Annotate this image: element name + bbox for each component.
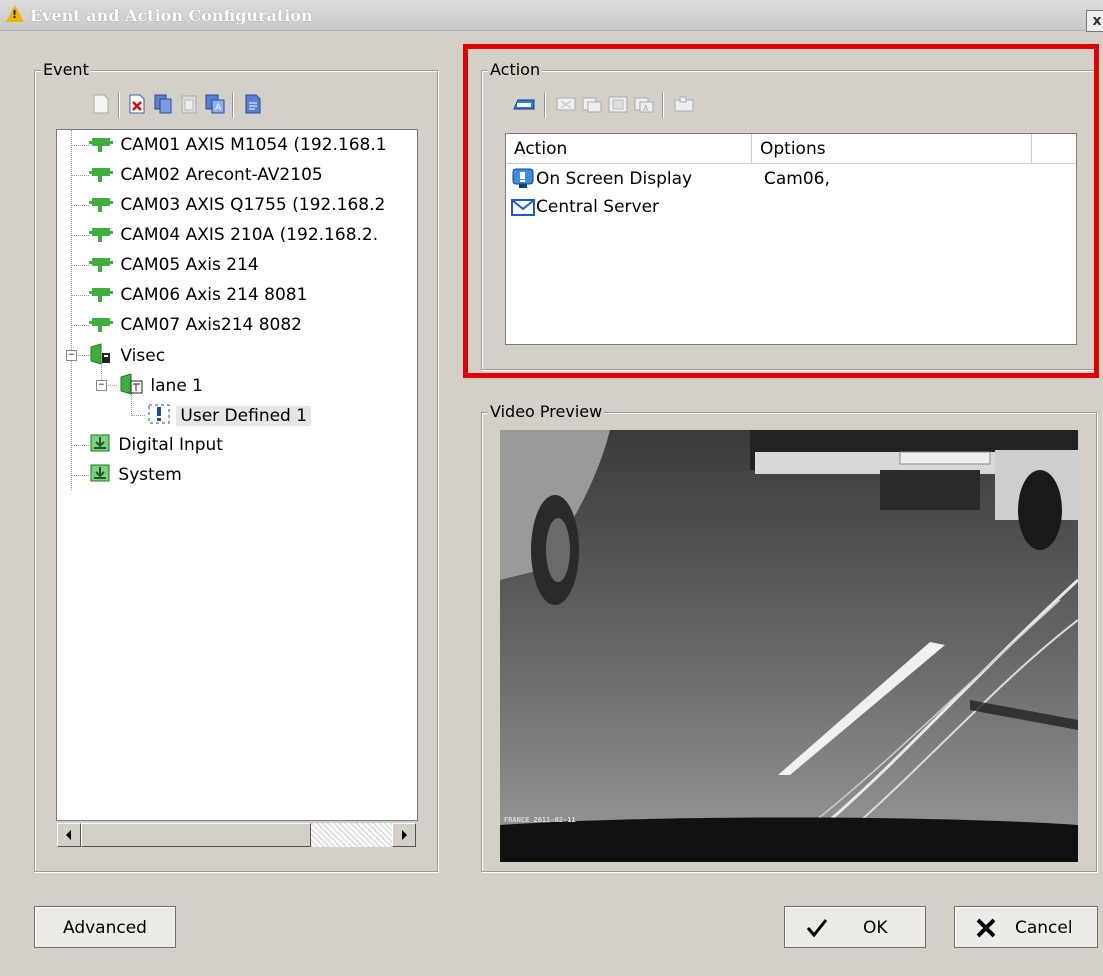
edit-action-icon[interactable]: A bbox=[632, 93, 654, 115]
tree-item-cam06[interactable]: CAM06 Axis 214 8081 bbox=[89, 283, 307, 307]
scroll-right-button[interactable] bbox=[392, 823, 416, 847]
column-header-spare[interactable] bbox=[1032, 134, 1076, 164]
tree-item-label: CAM01 AXIS M1054 (192.168.1 bbox=[120, 135, 387, 155]
ok-label: OK bbox=[863, 918, 888, 938]
system-icon bbox=[90, 464, 110, 482]
checkmark-icon bbox=[806, 919, 828, 938]
visec-icon bbox=[90, 343, 110, 365]
properties-icon[interactable] bbox=[242, 93, 264, 115]
x-icon bbox=[976, 918, 996, 938]
tree-item-visec[interactable]: Visec bbox=[89, 343, 165, 367]
action-options: Cam06, bbox=[764, 169, 830, 189]
action-name: On Screen Display bbox=[536, 169, 693, 189]
cancel-label: Cancel bbox=[1015, 918, 1073, 938]
tree-item-label: CAM06 Axis 214 8081 bbox=[120, 285, 308, 305]
digital-input-icon bbox=[90, 434, 110, 452]
lane-icon bbox=[120, 373, 143, 395]
tree-horizontal-scrollbar[interactable] bbox=[57, 822, 416, 847]
svg-text:A: A bbox=[215, 103, 222, 113]
tree-item-cam01[interactable]: CAM01 AXIS M1054 (192.168.1 bbox=[89, 133, 387, 157]
scroll-thumb[interactable] bbox=[81, 823, 311, 847]
properties-action-icon[interactable] bbox=[672, 93, 694, 115]
tree-item-system[interactable]: System bbox=[89, 463, 182, 487]
tree-item-label: CAM07 Axis214 8082 bbox=[120, 315, 302, 335]
delete-action-icon[interactable] bbox=[554, 93, 576, 115]
tree-item-cam07[interactable]: CAM07 Axis214 8082 bbox=[89, 313, 302, 337]
collapse-lane-toggle[interactable]: − bbox=[96, 380, 107, 391]
tree-item-cam02[interactable]: CAM02 Arecont-AV2105 bbox=[89, 163, 323, 187]
tree-item-user-defined-1[interactable]: User Defined 1 bbox=[147, 403, 312, 427]
column-header-options[interactable]: Options bbox=[752, 134, 1032, 164]
tree-item-cam04[interactable]: CAM04 AXIS 210A (192.168.2. bbox=[89, 223, 378, 247]
action-list[interactable]: Action Options On Screen Display Cam06, … bbox=[505, 133, 1077, 345]
tree-item-cam05[interactable]: CAM05 Axis 214 bbox=[89, 253, 259, 277]
svg-text:A: A bbox=[643, 104, 649, 113]
cancel-button[interactable]: Cancel bbox=[954, 906, 1098, 948]
paste-action-icon[interactable] bbox=[606, 93, 628, 115]
list-item-central-server[interactable]: Central Server bbox=[510, 195, 1070, 219]
camera-icon bbox=[89, 198, 113, 212]
tree-item-label: CAM04 AXIS 210A (192.168.2. bbox=[120, 225, 379, 245]
scroll-track[interactable] bbox=[311, 823, 392, 847]
copy-action-icon[interactable] bbox=[580, 93, 602, 115]
tree-item-label: Digital Input bbox=[118, 435, 223, 455]
video-preview-legend: Video Preview bbox=[488, 402, 605, 421]
video-preview: FRANCE 2011-02-11 bbox=[500, 430, 1078, 862]
tree-item-label: CAM02 Arecont-AV2105 bbox=[120, 165, 323, 185]
action-name: Central Server bbox=[536, 197, 660, 217]
camera-icon bbox=[89, 288, 113, 302]
tree-item-digital-input[interactable]: Digital Input bbox=[89, 433, 223, 457]
tree-item-lane-1[interactable]: lane 1 bbox=[119, 373, 203, 397]
warning-icon: ! bbox=[6, 5, 24, 22]
camera-icon bbox=[89, 138, 113, 152]
camera-icon bbox=[89, 228, 113, 242]
tree-item-label: Visec bbox=[120, 346, 166, 366]
add-action-icon[interactable] bbox=[512, 93, 535, 115]
event-legend: Event bbox=[41, 60, 91, 79]
collapse-visec-toggle[interactable]: − bbox=[66, 350, 77, 361]
monitor-icon bbox=[512, 168, 534, 188]
title-bar: ! Event and Action Configuration x bbox=[0, 0, 1103, 32]
tree-item-cam03[interactable]: CAM03 AXIS Q1755 (192.168.2 bbox=[89, 193, 385, 217]
tree-item-label: lane 1 bbox=[150, 376, 203, 396]
tree-item-label: System bbox=[118, 465, 182, 485]
list-item-on-screen-display[interactable]: On Screen Display Cam06, bbox=[510, 167, 1070, 191]
camera-icon bbox=[89, 258, 113, 272]
copy-icon[interactable] bbox=[152, 93, 174, 115]
column-header-action[interactable]: Action bbox=[506, 134, 752, 164]
user-event-icon bbox=[148, 404, 170, 424]
camera-icon bbox=[89, 318, 113, 332]
event-tree[interactable]: − − CAM01 AXIS M1054 (192.168.1 CAM02 Ar… bbox=[56, 129, 418, 821]
mail-icon bbox=[511, 199, 535, 216]
camera-frame bbox=[500, 430, 1078, 862]
close-button[interactable]: x bbox=[1086, 10, 1103, 32]
tree-item-label: CAM03 AXIS Q1755 (192.168.2 bbox=[120, 195, 386, 215]
video-timestamp: FRANCE 2011-02-11 bbox=[504, 816, 576, 824]
window-title: Event and Action Configuration bbox=[30, 6, 313, 25]
camera-icon bbox=[89, 168, 113, 182]
action-toolbar: A bbox=[512, 88, 752, 120]
paste-icon[interactable] bbox=[178, 93, 200, 115]
action-legend: Action bbox=[488, 60, 543, 79]
tree-item-label: User Defined 1 bbox=[176, 406, 312, 426]
tree-item-label: CAM05 Axis 214 bbox=[120, 255, 259, 275]
ok-button[interactable]: OK bbox=[784, 906, 926, 948]
duplicate-icon[interactable]: A bbox=[204, 93, 226, 115]
delete-icon[interactable] bbox=[126, 93, 148, 115]
new-icon[interactable] bbox=[90, 93, 112, 115]
scroll-left-button[interactable] bbox=[57, 823, 81, 847]
advanced-button[interactable]: Advanced bbox=[34, 906, 176, 948]
event-toolbar: A bbox=[90, 88, 310, 120]
